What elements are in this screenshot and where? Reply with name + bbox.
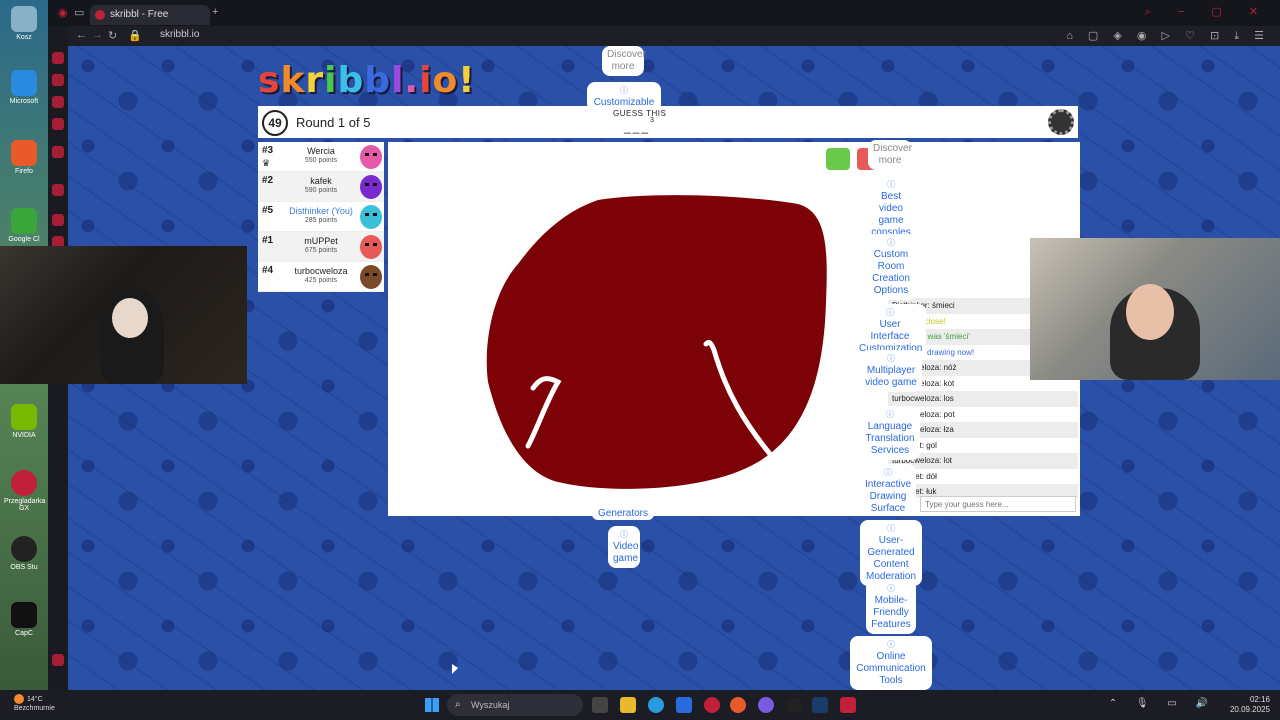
sidebar-extensions-icon[interactable] <box>52 184 64 196</box>
steam-icon[interactable] <box>812 697 828 713</box>
desktop-icon-edge[interactable]: Microsoft <box>4 70 44 105</box>
sidebar-home-icon[interactable] <box>52 52 64 64</box>
reload-button[interactable]: ↻ <box>108 29 117 42</box>
streamer-face <box>112 298 148 338</box>
sun-icon <box>14 694 24 704</box>
desktop-icon-firefox[interactable]: Firefo <box>4 140 44 175</box>
player-avatar <box>360 145 382 169</box>
sidebar-messenger-icon[interactable] <box>52 74 64 86</box>
desktop-icon-recycle[interactable]: Kosz <box>4 6 44 41</box>
player-avatar <box>360 175 382 199</box>
word-length: 3 <box>650 117 654 124</box>
sidebar-settings-icon[interactable] <box>52 214 64 226</box>
sidebar-whatsapp-icon[interactable] <box>52 96 64 108</box>
firefox-taskbar-icon[interactable] <box>730 697 746 713</box>
capcut-taskbar-icon[interactable] <box>840 697 856 713</box>
skribbl-favicon-icon <box>95 10 105 20</box>
desktop-icon-capcut[interactable]: CapC <box>4 602 44 637</box>
opera-menu-icon[interactable]: ◉ <box>58 6 68 19</box>
ad-chip-video-game[interactable]: ⓘ Video game <box>608 526 640 568</box>
firefox-icon <box>11 140 37 166</box>
word-hint: ___ <box>624 120 651 134</box>
opera-gx-icon <box>11 470 37 496</box>
search-icon: ⌕ <box>455 699 461 710</box>
ad-discover-more-side[interactable]: Discover more <box>868 140 912 170</box>
ad-chip-consoles[interactable]: ⓘ Best video game consoles <box>866 176 916 242</box>
sidebar-gx-icon[interactable] <box>52 654 64 666</box>
tab-overview-icon[interactable]: ▭ <box>74 6 84 19</box>
streamer-face <box>1126 284 1174 340</box>
thumbs-up-icon[interactable] <box>826 148 850 170</box>
ad-chip-mobile[interactable]: ⓘ Mobile-Friendly Features <box>866 580 916 634</box>
taskbar-search[interactable]: ⌕ Wyszukaj <box>447 694 583 716</box>
edge-icon <box>11 70 37 96</box>
ad-chip-custom-room[interactable]: ⓘ Custom Room Creation Options <box>866 234 916 300</box>
sidebar-music-icon[interactable] <box>52 118 64 130</box>
sidebar-history-icon[interactable] <box>52 146 64 158</box>
ad-discover-more-top[interactable]: Discover more <box>602 46 646 76</box>
obs-icon <box>11 536 37 562</box>
opera-gx-taskbar-icon[interactable] <box>704 697 720 713</box>
chrome-icon <box>11 208 37 234</box>
player-row[interactable]: #3 ♛ Wercia 550 points <box>258 142 384 172</box>
taskbar-clock[interactable]: 02:16 20.09.2025 <box>1230 695 1270 715</box>
chat-guess-input[interactable] <box>920 496 1076 512</box>
game-top-bar: 49 Round 1 of 5 GUESS THIS ___ 3 <box>258 106 1078 138</box>
skribbl-logo[interactable]: skribbl.io! <box>258 60 476 101</box>
desktop-icon-chrome[interactable]: Google Cl <box>4 208 44 243</box>
forward-button[interactable]: → <box>92 29 103 41</box>
ad-chip-drawing[interactable]: ⓘ Interactive Drawing Surface <box>860 464 916 514</box>
recycle-bin-icon <box>11 6 37 32</box>
player-row[interactable]: #5 Disthinker (You) 285 points <box>258 202 384 232</box>
drawn-red-shape <box>486 195 827 489</box>
windows-taskbar: 14°C Bezchmurnie ⌕ Wyszukaj ⌃ 🎙 ▭ 🔊 02:1… <box>0 690 1280 720</box>
ad-chip-ugc[interactable]: ⓘ User-Generated Content Moderation <box>860 520 922 586</box>
desktop-icon-nvidia[interactable]: NVIDIA <box>4 404 44 439</box>
guess-this-label: GUESS THIS <box>613 109 667 118</box>
lock-icon: 🔒 <box>128 30 142 42</box>
desktop-icon-obs[interactable]: OBS Stu <box>4 536 44 571</box>
player-avatar <box>360 235 382 259</box>
browser-toolbar-icons[interactable]: ⌂ ▢ ◈ ◉ ▷ ♡ ⊡ ⤓ ☰ <box>1066 29 1270 43</box>
webcam-right <box>1030 238 1280 380</box>
nvidia-icon <box>11 404 37 430</box>
desktop-icon-operagx[interactable]: Przegladarka GX <box>4 470 45 512</box>
edge-taskbar-icon[interactable] <box>648 697 664 713</box>
obs-taskbar-icon[interactable] <box>786 697 802 713</box>
webcam-left <box>0 246 247 384</box>
player-row[interactable]: #1 mUPPet 675 points <box>258 232 384 262</box>
round-timer: 49 <box>262 110 288 136</box>
ad-chip-generators[interactable]: Generators <box>592 508 654 520</box>
info-icon: ⓘ <box>620 86 628 95</box>
player-list: #3 ♛ Wercia 550 points #2 kafek 590 poin… <box>258 142 384 292</box>
file-explorer-icon[interactable] <box>620 697 636 713</box>
browser-tab-bar: ◉ ▭ skribbl - Free Multiplayer + ⌕ − ▢ ✕ <box>48 0 1280 40</box>
player-avatar <box>360 265 382 289</box>
system-tray[interactable]: ⌃ 🎙 ▭ 🔊 <box>1109 698 1216 709</box>
add-tab-button[interactable]: + <box>212 6 218 18</box>
ad-chip-communication[interactable]: ⓘ Online Communication Tools <box>850 636 932 690</box>
ad-chip-multiplayer[interactable]: ⓘ Multiplayer video game <box>860 350 922 392</box>
crown-icon: ♛ <box>262 158 271 168</box>
browser-address-bar: ← → ↻ 🔒 skribbl.io ⌂ ▢ ◈ ◉ ▷ ♡ ⊡ ⤓ ☰ <box>68 26 1280 46</box>
weather-widget[interactable]: 14°C Bezchmurnie <box>14 694 55 713</box>
ad-chip-translation[interactable]: ⓘ Language Translation Services <box>860 406 920 460</box>
url-field[interactable]: skribbl.io <box>160 29 199 40</box>
player-row[interactable]: #4 turbocweloza 425 points <box>258 262 384 292</box>
store-icon[interactable] <box>676 697 692 713</box>
player-avatar <box>360 205 382 229</box>
window-controls[interactable]: ⌕ − ▢ ✕ <box>1145 5 1270 19</box>
tab-skribbl[interactable]: skribbl - Free Multiplayer <box>90 5 210 40</box>
task-view-icon[interactable] <box>592 697 608 713</box>
capcut-icon <box>11 602 37 628</box>
discord-icon[interactable] <box>758 697 774 713</box>
back-button[interactable]: ← <box>76 29 87 41</box>
round-indicator: Round 1 of 5 <box>296 115 371 130</box>
chat-message: mUPPet: dół <box>892 471 937 481</box>
player-row[interactable]: #2 kafek 590 points <box>258 172 384 202</box>
mouse-cursor <box>452 664 458 674</box>
chat-message: turbocweloza: los <box>888 391 1078 407</box>
settings-gear-button[interactable] <box>1048 109 1074 135</box>
windows-start-icon[interactable] <box>425 698 439 712</box>
